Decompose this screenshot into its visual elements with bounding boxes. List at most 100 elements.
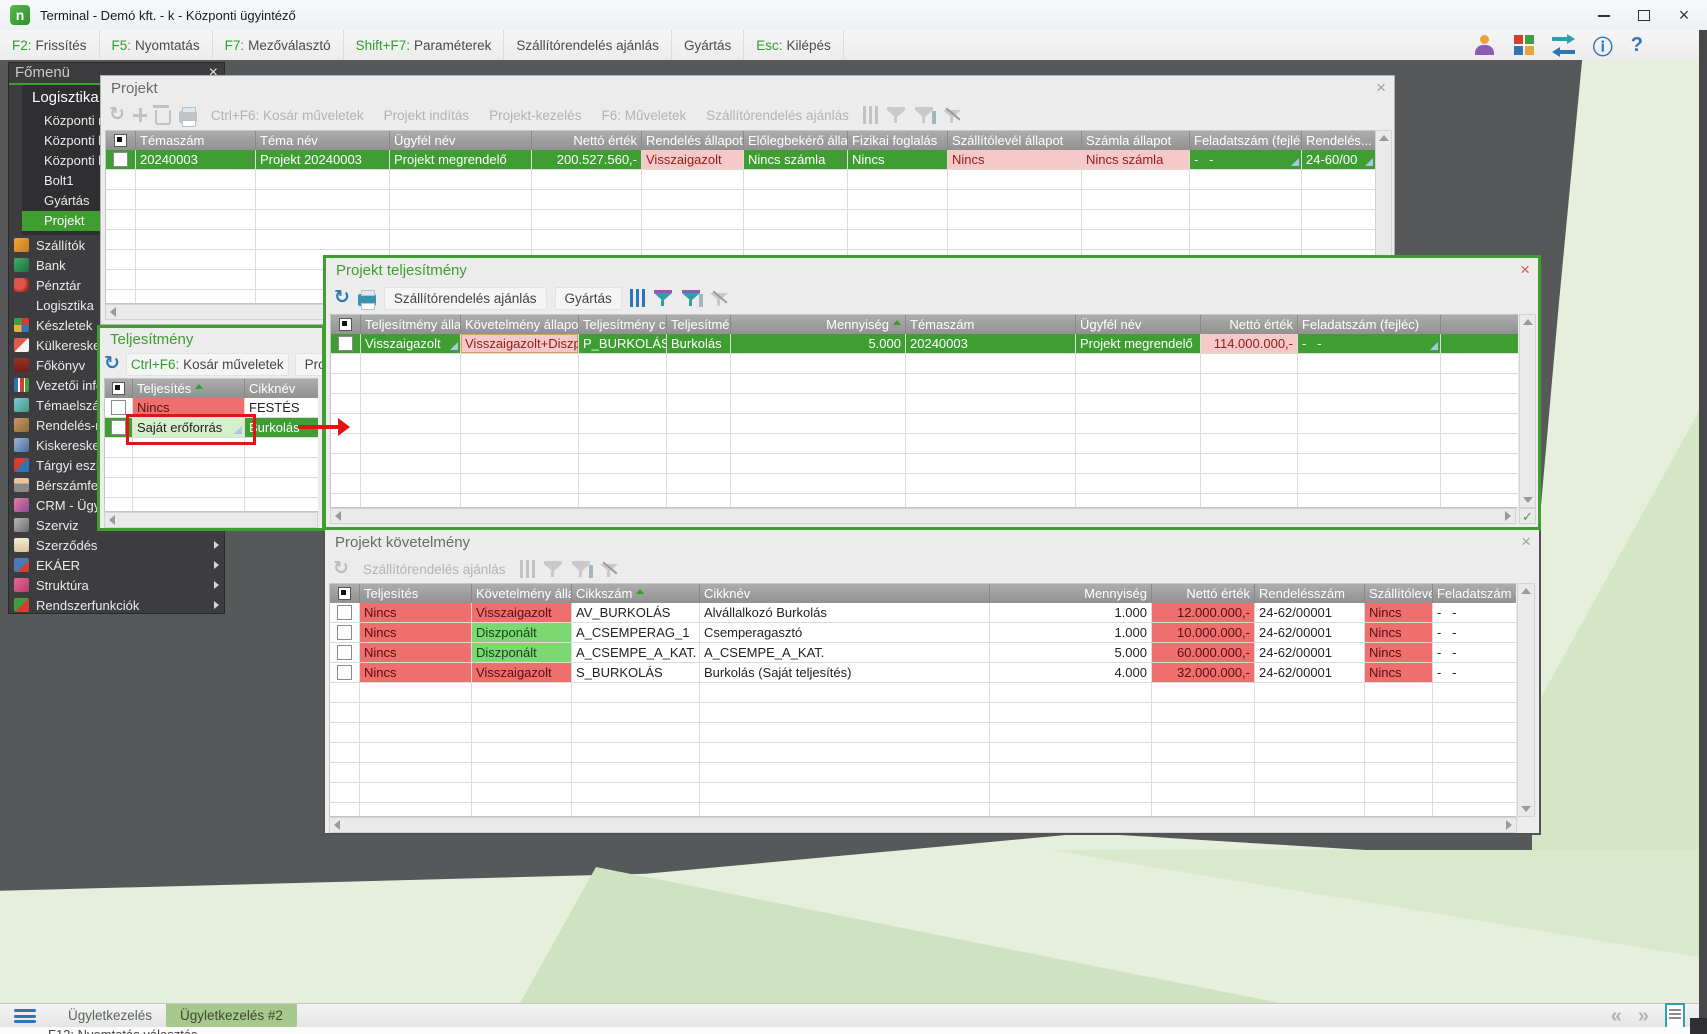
column-header[interactable]: Nettó érték bbox=[1201, 315, 1298, 334]
table-cell[interactable] bbox=[330, 603, 360, 623]
sidebar-item[interactable]: Rendszerfunkciók bbox=[9, 595, 224, 615]
confirm-check-icon[interactable]: ✓ bbox=[1519, 508, 1536, 524]
column-header[interactable]: Mennyiség bbox=[731, 315, 906, 334]
table-cell[interactable]: 32.000.000,- bbox=[1152, 663, 1255, 683]
table-cell[interactable] bbox=[1441, 334, 1518, 354]
table-row[interactable]: NincsDiszponáltA_CSEMPE_A_KAT.A_CSEMPE_A… bbox=[330, 643, 1516, 663]
table-cell[interactable]: 200.527.560,- bbox=[532, 150, 642, 170]
column-header[interactable]: Rendelés állapot bbox=[642, 131, 744, 150]
column-header[interactable]: Követelmény állapot bbox=[461, 315, 579, 334]
table-cell[interactable]: 20240003 bbox=[136, 150, 256, 170]
column-header[interactable] bbox=[106, 131, 136, 150]
table-cell[interactable]: A_CSEMPERAG_1 bbox=[572, 623, 700, 643]
table-cell[interactable]: - - bbox=[1190, 150, 1302, 170]
table-cell[interactable] bbox=[330, 643, 360, 663]
refresh-icon[interactable]: ↻ bbox=[104, 355, 120, 373]
szallitorendeles-ajanlas-button[interactable]: Szállítórendelés ajánlás bbox=[384, 287, 547, 310]
table-cell[interactable]: - - bbox=[1433, 663, 1516, 683]
table-row[interactable]: NincsVisszaigazoltAV_BURKOLÁSAlvállalkoz… bbox=[330, 603, 1516, 623]
menu-item-nyomtatas[interactable]: F5:Nyomtatás bbox=[100, 30, 213, 60]
column-header[interactable]: Feladatszám (fejléc) bbox=[1190, 131, 1302, 150]
table-cell[interactable]: 1.000 bbox=[990, 623, 1152, 643]
user-icon[interactable] bbox=[1474, 35, 1496, 55]
filter-icon[interactable] bbox=[653, 290, 673, 307]
projekt-button[interactable]: Projekt bbox=[295, 353, 322, 376]
menu-item-szallitorendeles[interactable]: Szállítórendelés ajánlás bbox=[504, 30, 672, 60]
column-header[interactable]: Ügyfél név bbox=[1076, 315, 1201, 334]
table-cell[interactable]: - - bbox=[1433, 623, 1516, 643]
row-checkbox[interactable] bbox=[338, 336, 353, 351]
columns-icon[interactable] bbox=[630, 289, 645, 307]
projekt-teljesitmeny-hscroll[interactable] bbox=[330, 508, 1516, 524]
table-cell[interactable]: Nincs bbox=[1365, 663, 1433, 683]
projekt-kovetelmeny-hscroll[interactable] bbox=[329, 817, 1517, 833]
projekt-close-icon[interactable]: × bbox=[1376, 78, 1386, 98]
table-cell[interactable]: 4.000 bbox=[990, 663, 1152, 683]
table-cell[interactable]: Nincs bbox=[360, 623, 472, 643]
row-checkbox[interactable] bbox=[337, 645, 352, 660]
table-cell[interactable]: A_CSEMPE_A_KAT. bbox=[572, 643, 700, 663]
table-cell[interactable]: 20240003 bbox=[906, 334, 1076, 354]
column-header[interactable] bbox=[330, 584, 360, 603]
gyartas-button[interactable]: Gyártás bbox=[555, 287, 622, 310]
apps-grid-icon[interactable] bbox=[1514, 35, 1534, 55]
column-header[interactable] bbox=[1441, 315, 1518, 334]
menu-item-mezovalaszto[interactable]: F7:Mezőválasztó bbox=[213, 30, 344, 60]
column-header[interactable]: Fizikai foglalás bbox=[848, 131, 948, 150]
column-header[interactable]: Nettó érték bbox=[1152, 584, 1255, 603]
table-cell[interactable]: Burkolás bbox=[667, 334, 731, 354]
column-header[interactable]: Számla állapot bbox=[1082, 131, 1190, 150]
table-cell[interactable]: Visszaigazolt+Diszponált bbox=[461, 334, 579, 354]
table-cell[interactable]: Burkolás (Saját teljesítés) bbox=[700, 663, 990, 683]
column-header[interactable]: Teljesítmény bbox=[667, 315, 731, 334]
row-checkbox[interactable] bbox=[337, 665, 352, 680]
column-header[interactable]: Nettó érték bbox=[532, 131, 642, 150]
column-header[interactable]: Ügyfél név bbox=[390, 131, 532, 150]
table-cell[interactable]: 24-62/00001 bbox=[1255, 663, 1365, 683]
table-cell[interactable]: Nincs számla bbox=[1082, 150, 1190, 170]
table-cell[interactable]: Nincs bbox=[360, 603, 472, 623]
table-cell[interactable]: Visszaigazolt bbox=[472, 603, 572, 623]
next-tab-icon[interactable]: » bbox=[1638, 1006, 1649, 1026]
table-cell[interactable]: Nincs bbox=[1365, 623, 1433, 643]
table-cell[interactable]: Nincs bbox=[360, 643, 472, 663]
sidebar-item[interactable]: EKÁER bbox=[9, 555, 224, 575]
column-header[interactable]: Szállítólevél állapot bbox=[948, 131, 1082, 150]
column-header[interactable]: Feladatszám (fejléc) bbox=[1298, 315, 1441, 334]
table-cell[interactable]: Nincs bbox=[1365, 643, 1433, 663]
table-cell[interactable]: Visszaigazolt bbox=[642, 150, 744, 170]
table-cell[interactable]: Nincs bbox=[360, 663, 472, 683]
menu-item-frissites[interactable]: F2:Frissítés bbox=[0, 30, 100, 60]
table-cell[interactable]: 24-60/00 bbox=[1302, 150, 1375, 170]
sidebar-item[interactable]: Struktúra bbox=[9, 575, 224, 595]
row-checkbox[interactable] bbox=[113, 152, 128, 167]
table-cell[interactable]: - - bbox=[1433, 603, 1516, 623]
table-cell[interactable]: 12.000.000,- bbox=[1152, 603, 1255, 623]
minimize-button[interactable] bbox=[1597, 8, 1611, 22]
table-cell[interactable]: Nincs bbox=[948, 150, 1082, 170]
table-cell[interactable]: Diszponált bbox=[472, 623, 572, 643]
hamburger-menu-icon[interactable] bbox=[14, 1009, 36, 1023]
maximize-button[interactable] bbox=[1637, 8, 1651, 22]
table-cell[interactable]: Projekt 20240003 bbox=[256, 150, 390, 170]
column-header[interactable] bbox=[331, 315, 361, 334]
table-cell[interactable]: 24-62/00001 bbox=[1255, 603, 1365, 623]
row-checkbox[interactable] bbox=[111, 400, 126, 415]
print-icon[interactable] bbox=[358, 294, 376, 306]
column-header[interactable]: Cikknév bbox=[700, 584, 990, 603]
column-header[interactable]: Feladatszám (tétel) bbox=[1433, 584, 1516, 603]
column-header[interactable] bbox=[105, 379, 133, 398]
table-cell[interactable]: 5.000 bbox=[731, 334, 906, 354]
tab-ugyletkezeles[interactable]: Ügyletkezelés bbox=[54, 1004, 166, 1028]
table-cell[interactable]: Alvállalkozó Burkolás bbox=[700, 603, 990, 623]
table-cell[interactable] bbox=[106, 150, 136, 170]
table-cell[interactable]: - - bbox=[1433, 643, 1516, 663]
table-cell[interactable]: Diszponált bbox=[472, 643, 572, 663]
filter-edit-icon[interactable] bbox=[681, 290, 701, 307]
close-button[interactable]: × bbox=[1677, 8, 1691, 22]
row-checkbox[interactable] bbox=[337, 625, 352, 640]
column-header[interactable]: Teljesítmény cik... bbox=[579, 315, 667, 334]
projekt-teljesitmeny-close-icon[interactable]: × bbox=[1520, 260, 1530, 280]
column-header[interactable]: Teljesítmény álla... bbox=[361, 315, 461, 334]
transfer-arrows-icon[interactable] bbox=[1552, 34, 1575, 57]
